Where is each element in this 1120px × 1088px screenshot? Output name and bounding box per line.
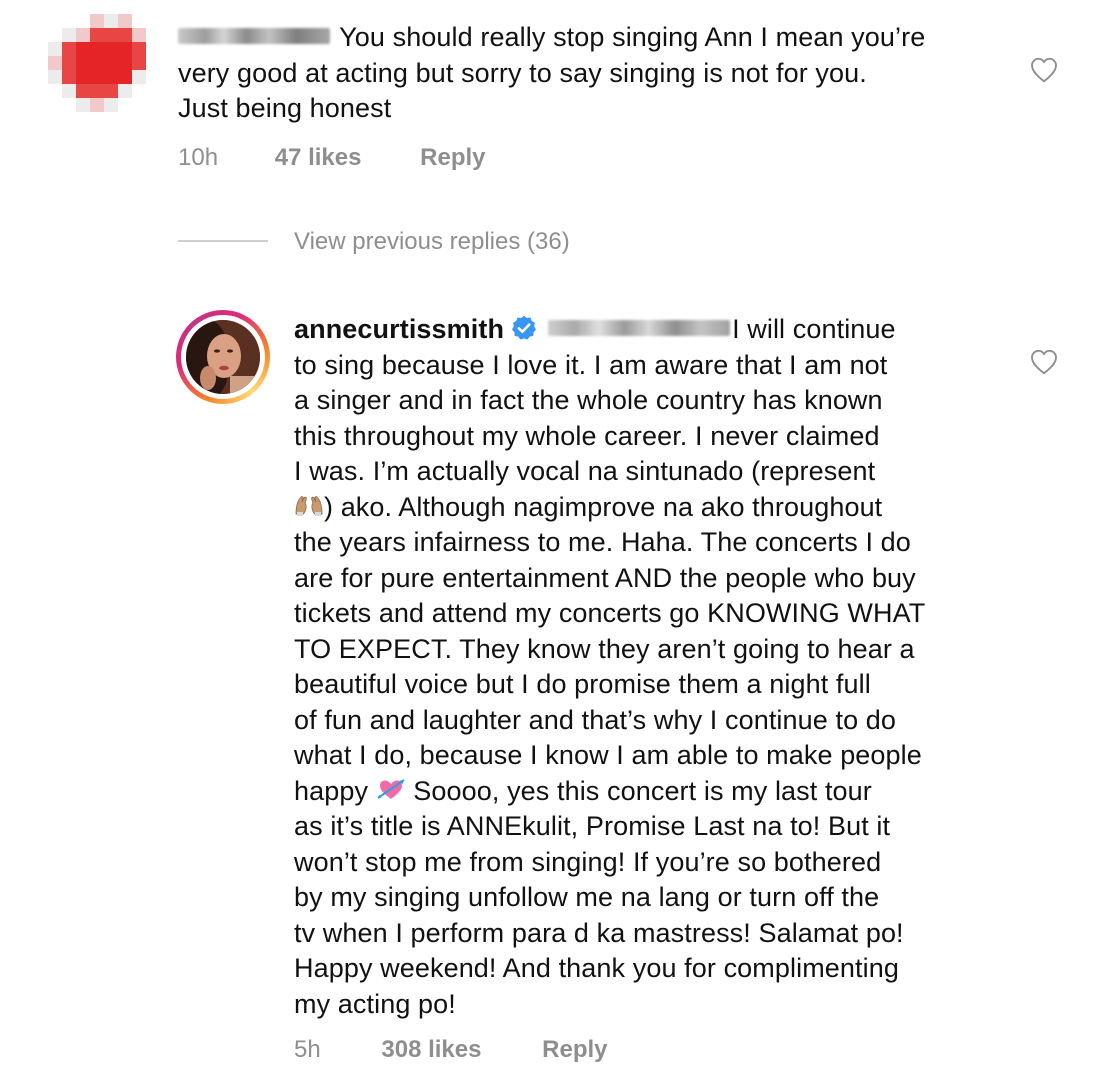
profile-photo-art bbox=[186, 320, 260, 394]
avatar-pixel bbox=[132, 28, 146, 42]
likes-count[interactable]: 47 likes bbox=[275, 144, 362, 171]
avatar-pixel bbox=[76, 42, 90, 56]
avatar-pixel bbox=[76, 98, 90, 112]
avatar-pixel bbox=[76, 84, 90, 98]
username-link[interactable]: annecurtissmith bbox=[294, 314, 504, 344]
avatar-pixel bbox=[104, 84, 118, 98]
reply-button[interactable]: Reply bbox=[420, 144, 485, 171]
reply-line: beautiful voice but I do promise them a … bbox=[294, 669, 871, 699]
reply-line: tv when I perform para d ka mastress! Sa… bbox=[294, 917, 904, 948]
avatar-pixel bbox=[62, 84, 76, 98]
reply-button[interactable]: Reply bbox=[542, 1036, 607, 1063]
avatar-pixel bbox=[104, 28, 118, 42]
avatar-pixel bbox=[118, 42, 132, 56]
avatar-pixel bbox=[118, 28, 132, 42]
reply-line: happy Soooo, yes this concert is my last… bbox=[294, 775, 872, 806]
avatar-pixel bbox=[76, 56, 90, 70]
reply-line: are for pure entertainment AND the peopl… bbox=[294, 562, 916, 593]
profile-photo bbox=[186, 320, 260, 394]
avatar-pixel bbox=[90, 70, 104, 84]
avatar-pixel bbox=[48, 28, 62, 42]
avatar-pixel bbox=[90, 98, 104, 112]
avatar-pixel bbox=[104, 14, 118, 28]
comment-line: You should really stop singing Ann I mea… bbox=[178, 20, 1008, 56]
reply-text: annecurtissmith I will continue to sing b… bbox=[294, 312, 1014, 1022]
avatar-pixel bbox=[76, 70, 90, 84]
reply-line: this throughout my whole career. I never… bbox=[294, 420, 880, 451]
avatar-pixel bbox=[48, 14, 62, 28]
avatar-pixel bbox=[104, 98, 118, 112]
reply-line: the years infairness to me. Haha. The co… bbox=[294, 527, 911, 557]
avatar-pixel bbox=[62, 98, 76, 112]
reply-line: what I do, because I know I am able to m… bbox=[294, 740, 922, 770]
comment-line: very good at acting but sorry to say sin… bbox=[178, 57, 867, 88]
heart-outline-icon[interactable] bbox=[1027, 54, 1061, 86]
avatar-pixel bbox=[132, 70, 146, 84]
avatar-pixel bbox=[104, 42, 118, 56]
avatar[interactable] bbox=[176, 310, 270, 404]
avatar-pixel bbox=[90, 84, 104, 98]
heart-outline-icon[interactable] bbox=[1027, 346, 1061, 378]
avatar-pixel bbox=[48, 98, 62, 112]
heart-with-arrow-emoji bbox=[377, 779, 405, 800]
reply-line: of fun and laughter and that’s why I con… bbox=[294, 704, 897, 735]
avatar-pixel bbox=[90, 42, 104, 56]
avatar-pixel bbox=[132, 98, 146, 112]
reply-line: Happy weekend! And thank you for complim… bbox=[294, 953, 899, 983]
reply-line: ) ako. Although nagimprove na ako throug… bbox=[294, 490, 1014, 526]
avatar-pixel bbox=[104, 56, 118, 70]
reply-line: a singer and in fact the whole country h… bbox=[294, 385, 883, 415]
reply-line: I was. I’m actually vocal na sintunado (… bbox=[294, 456, 876, 486]
avatar-pixel bbox=[104, 70, 118, 84]
reply-line: tickets and attend my concerts go KNOWIN… bbox=[294, 598, 926, 628]
avatar-pixel bbox=[90, 28, 104, 42]
avatar-pixel bbox=[118, 84, 132, 98]
avatar-pixel bbox=[62, 14, 76, 28]
timestamp: 5h bbox=[294, 1036, 321, 1063]
avatar-pixel bbox=[118, 98, 132, 112]
comment-line: Just being honest bbox=[178, 93, 392, 123]
avatar-pixel bbox=[118, 56, 132, 70]
replies-divider bbox=[178, 240, 268, 242]
avatar-pixel bbox=[62, 56, 76, 70]
redacted-mention[interactable] bbox=[548, 319, 731, 336]
avatar-pixel bbox=[132, 42, 146, 56]
likes-count[interactable]: 308 likes bbox=[381, 1036, 481, 1063]
avatar-pixel bbox=[48, 42, 62, 56]
reply-meta: 5h 308 likes Reply bbox=[294, 1036, 608, 1064]
reply-line: as it’s title is ANNEkulit, Promise Last… bbox=[294, 811, 891, 841]
reply-line: to sing because I love it. I am aware th… bbox=[294, 349, 888, 380]
avatar-pixel bbox=[62, 70, 76, 84]
reply-line: by my singing unfollow me na lang or tur… bbox=[294, 882, 880, 912]
reply-line: annecurtissmith I will continue bbox=[294, 314, 896, 344]
view-previous-replies-button[interactable]: View previous replies (36) bbox=[294, 228, 570, 256]
reply-line: won’t stop me from singing! If you’re so… bbox=[294, 846, 882, 877]
redacted-username[interactable] bbox=[178, 27, 330, 44]
avatar-pixel bbox=[90, 56, 104, 70]
avatar-pixel bbox=[118, 70, 132, 84]
reply-line: my acting po! bbox=[294, 988, 456, 1019]
avatar-pixel bbox=[48, 56, 62, 70]
raising-hands-emoji bbox=[295, 496, 323, 517]
avatar-pixel bbox=[62, 42, 76, 56]
avatar-pixel bbox=[62, 28, 76, 42]
avatar-pixel bbox=[132, 56, 146, 70]
comment-text: You should really stop singing Ann I mea… bbox=[178, 20, 1008, 127]
verified-badge-icon bbox=[512, 315, 537, 340]
avatar-pixel bbox=[132, 84, 146, 98]
avatar-pixel bbox=[90, 14, 104, 28]
comment-meta: 10h 47 likes Reply bbox=[178, 144, 486, 172]
reply-line: TO EXPECT. They know they aren’t going t… bbox=[294, 633, 915, 664]
avatar-pixel bbox=[118, 14, 132, 28]
avatar-blurred[interactable] bbox=[48, 14, 146, 112]
avatar-pixel bbox=[76, 28, 90, 42]
avatar-pixel bbox=[48, 84, 62, 98]
avatar-pixel bbox=[132, 14, 146, 28]
avatar-pixel bbox=[76, 14, 90, 28]
avatar-pixel bbox=[48, 70, 62, 84]
timestamp: 10h bbox=[178, 144, 219, 171]
